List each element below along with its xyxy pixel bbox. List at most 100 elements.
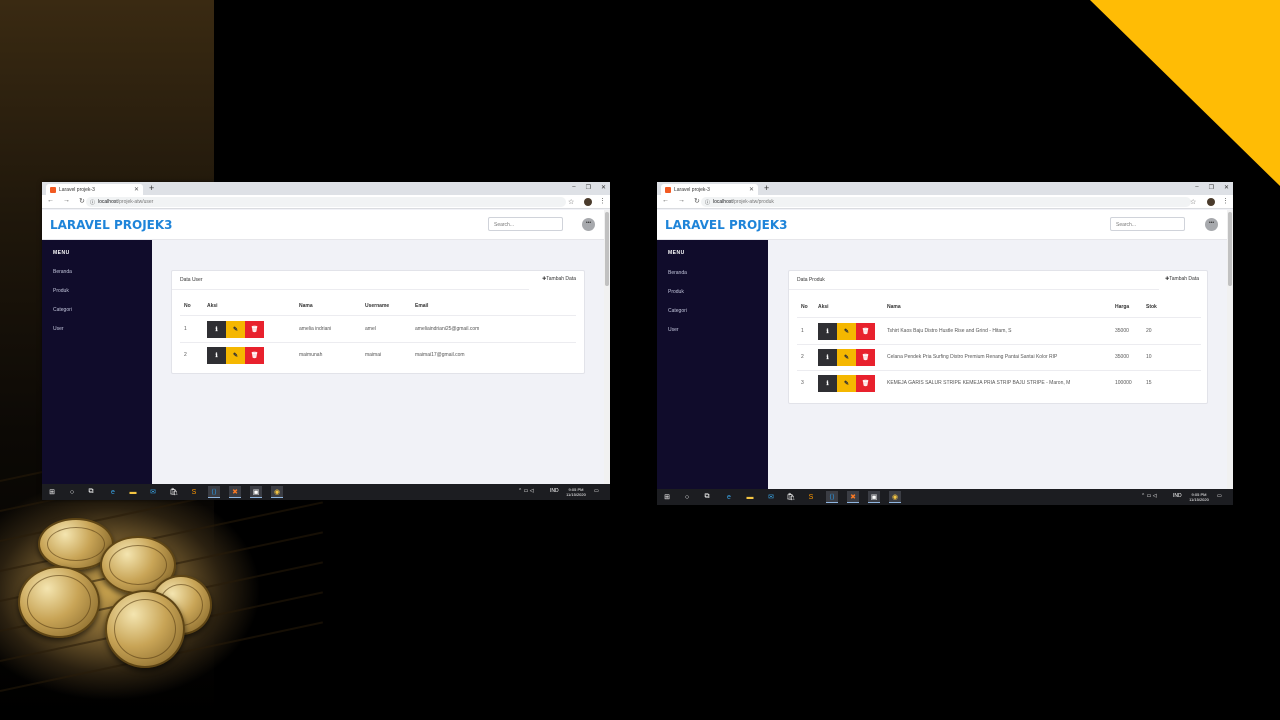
user-avatar[interactable]: ••• (582, 218, 595, 231)
vscode-icon[interactable]: ⟨⟩ (826, 491, 838, 503)
mail-icon[interactable]: ✉ (765, 491, 777, 503)
url-input[interactable]: ⓘ localhost/projek-atw/user (86, 197, 566, 207)
edge-icon[interactable]: e (723, 491, 735, 503)
add-data-button[interactable]: ✚Tambah Data (1165, 276, 1199, 282)
reload-icon[interactable]: ↻ (79, 197, 85, 205)
search-input[interactable]: Search... (488, 217, 563, 231)
delete-button[interactable]: 🗑 (856, 323, 875, 340)
vscode-icon[interactable]: ⟨⟩ (208, 486, 220, 498)
notifications-icon[interactable]: ▭ (1217, 493, 1222, 499)
app-title[interactable]: LARAVEL PROJEK3 (50, 218, 173, 232)
url-input[interactable]: ⓘ localhost/projek-atw/produk (701, 197, 1191, 207)
close-icon[interactable]: ✕ (1224, 184, 1229, 191)
delete-button[interactable]: 🗑 (245, 347, 264, 364)
task-view-icon[interactable]: ⧉ (701, 491, 713, 503)
edit-button[interactable]: ✎ (226, 321, 245, 338)
cortana-search-icon[interactable]: ○ (66, 486, 78, 498)
user-avatar[interactable]: ••• (1205, 218, 1218, 231)
terminal-icon[interactable]: ▣ (868, 491, 880, 503)
minimize-icon[interactable]: – (572, 184, 575, 191)
row-actions: ℹ ✎ 🗑 (818, 323, 875, 340)
app-header: LARAVEL PROJEK3 Search... ••• (42, 210, 604, 240)
edit-button[interactable]: ✎ (837, 375, 856, 392)
sidebar-item-categori[interactable]: Categori (53, 307, 72, 313)
maximize-icon[interactable]: ❐ (586, 184, 591, 191)
bookmark-star-icon[interactable]: ☆ (568, 198, 574, 206)
language-indicator[interactable]: IND (1173, 493, 1182, 499)
app-title[interactable]: LARAVEL PROJEK3 (665, 218, 788, 232)
xampp-icon[interactable]: ✖ (229, 486, 241, 498)
close-icon[interactable]: ✕ (601, 184, 606, 191)
detail-button[interactable]: ℹ (818, 349, 837, 366)
sidebar-item-produk[interactable]: Produk (668, 289, 684, 295)
tray-icons[interactable]: ⌃ ▭ ◁ (1141, 493, 1157, 499)
scrollbar[interactable] (604, 210, 610, 484)
add-data-button[interactable]: ✚Tambah Data (542, 276, 576, 282)
sidebar-item-beranda[interactable]: Beranda (668, 270, 687, 276)
notifications-icon[interactable]: ▭ (594, 488, 599, 494)
profile-avatar[interactable] (1207, 198, 1215, 206)
browser-tab[interactable]: Laravel projek-3 ✕ (661, 184, 758, 195)
store-icon[interactable]: 🛍 (785, 491, 797, 503)
detail-button[interactable]: ℹ (207, 321, 226, 338)
file-explorer-icon[interactable]: ▬ (744, 491, 756, 503)
back-icon[interactable]: ← (47, 197, 54, 205)
new-tab-icon[interactable]: + (149, 183, 154, 193)
back-icon[interactable]: ← (662, 197, 669, 205)
detail-button[interactable]: ℹ (207, 347, 226, 364)
tab-close-icon[interactable]: ✕ (134, 186, 139, 193)
edit-button[interactable]: ✎ (837, 323, 856, 340)
table-cell-harga: 100000 (1115, 380, 1132, 386)
detail-button[interactable]: ℹ (818, 323, 837, 340)
language-indicator[interactable]: IND (550, 488, 559, 494)
sidebar-item-user[interactable]: User (53, 326, 64, 332)
profile-avatar[interactable] (584, 198, 592, 206)
laravel-favicon-icon (50, 186, 56, 193)
maximize-icon[interactable]: ❐ (1209, 184, 1214, 191)
info-icon: ℹ (826, 329, 829, 335)
file-explorer-icon[interactable]: ▬ (127, 486, 139, 498)
info-icon: ℹ (826, 355, 829, 361)
sidebar-item-user[interactable]: User (668, 327, 679, 333)
windows-start-icon[interactable]: ⊞ (661, 491, 673, 503)
reload-icon[interactable]: ↻ (694, 197, 700, 205)
mail-icon[interactable]: ✉ (147, 486, 159, 498)
taskbar-clock[interactable]: 9:05 PM 11/15/2020 (1186, 492, 1212, 502)
sublime-text-icon[interactable]: S (188, 486, 200, 498)
windows-start-icon[interactable]: ⊞ (46, 486, 58, 498)
tray-icons[interactable]: ⌃ ▭ ◁ (518, 488, 534, 494)
delete-button[interactable]: 🗑 (856, 349, 875, 366)
browser-tab[interactable]: Laravel projek-3 ✕ (46, 184, 143, 195)
edge-icon[interactable]: e (107, 486, 119, 498)
tab-close-icon[interactable]: ✕ (749, 186, 754, 193)
minimize-icon[interactable]: – (1195, 184, 1198, 191)
edit-button[interactable]: ✎ (226, 347, 245, 364)
new-tab-icon[interactable]: + (764, 183, 769, 193)
store-icon[interactable]: 🛍 (168, 486, 180, 498)
sublime-text-icon[interactable]: S (805, 491, 817, 503)
chrome-icon[interactable]: ◉ (271, 486, 283, 498)
menu-kebab-icon[interactable]: ⋮ (599, 197, 606, 205)
terminal-icon[interactable]: ▣ (250, 486, 262, 498)
sidebar-item-produk[interactable]: Produk (53, 288, 69, 294)
scrollbar[interactable] (1227, 210, 1233, 489)
taskbar-clock[interactable]: 9:05 PM 11/15/2020 (563, 487, 589, 497)
edit-button[interactable]: ✎ (837, 349, 856, 366)
search-input[interactable]: Search... (1110, 217, 1185, 231)
edit-icon: ✎ (843, 355, 850, 361)
task-view-icon[interactable]: ⧉ (85, 486, 97, 498)
delete-button[interactable]: 🗑 (245, 321, 264, 338)
detail-button[interactable]: ℹ (818, 375, 837, 392)
delete-button[interactable]: 🗑 (856, 375, 875, 392)
forward-icon[interactable]: → (678, 197, 685, 205)
column-header-no: No (184, 303, 191, 309)
cortana-search-icon[interactable]: ○ (681, 491, 693, 503)
data-card: Data Produk ✚Tambah Data No Aksi Nama Ha… (788, 270, 1208, 404)
sidebar-item-categori[interactable]: Categori (668, 308, 687, 314)
xampp-icon[interactable]: ✖ (847, 491, 859, 503)
forward-icon[interactable]: → (63, 197, 70, 205)
bookmark-star-icon[interactable]: ☆ (1190, 198, 1196, 206)
menu-kebab-icon[interactable]: ⋮ (1222, 197, 1229, 205)
sidebar-item-beranda[interactable]: Beranda (53, 269, 72, 275)
chrome-icon[interactable]: ◉ (889, 491, 901, 503)
